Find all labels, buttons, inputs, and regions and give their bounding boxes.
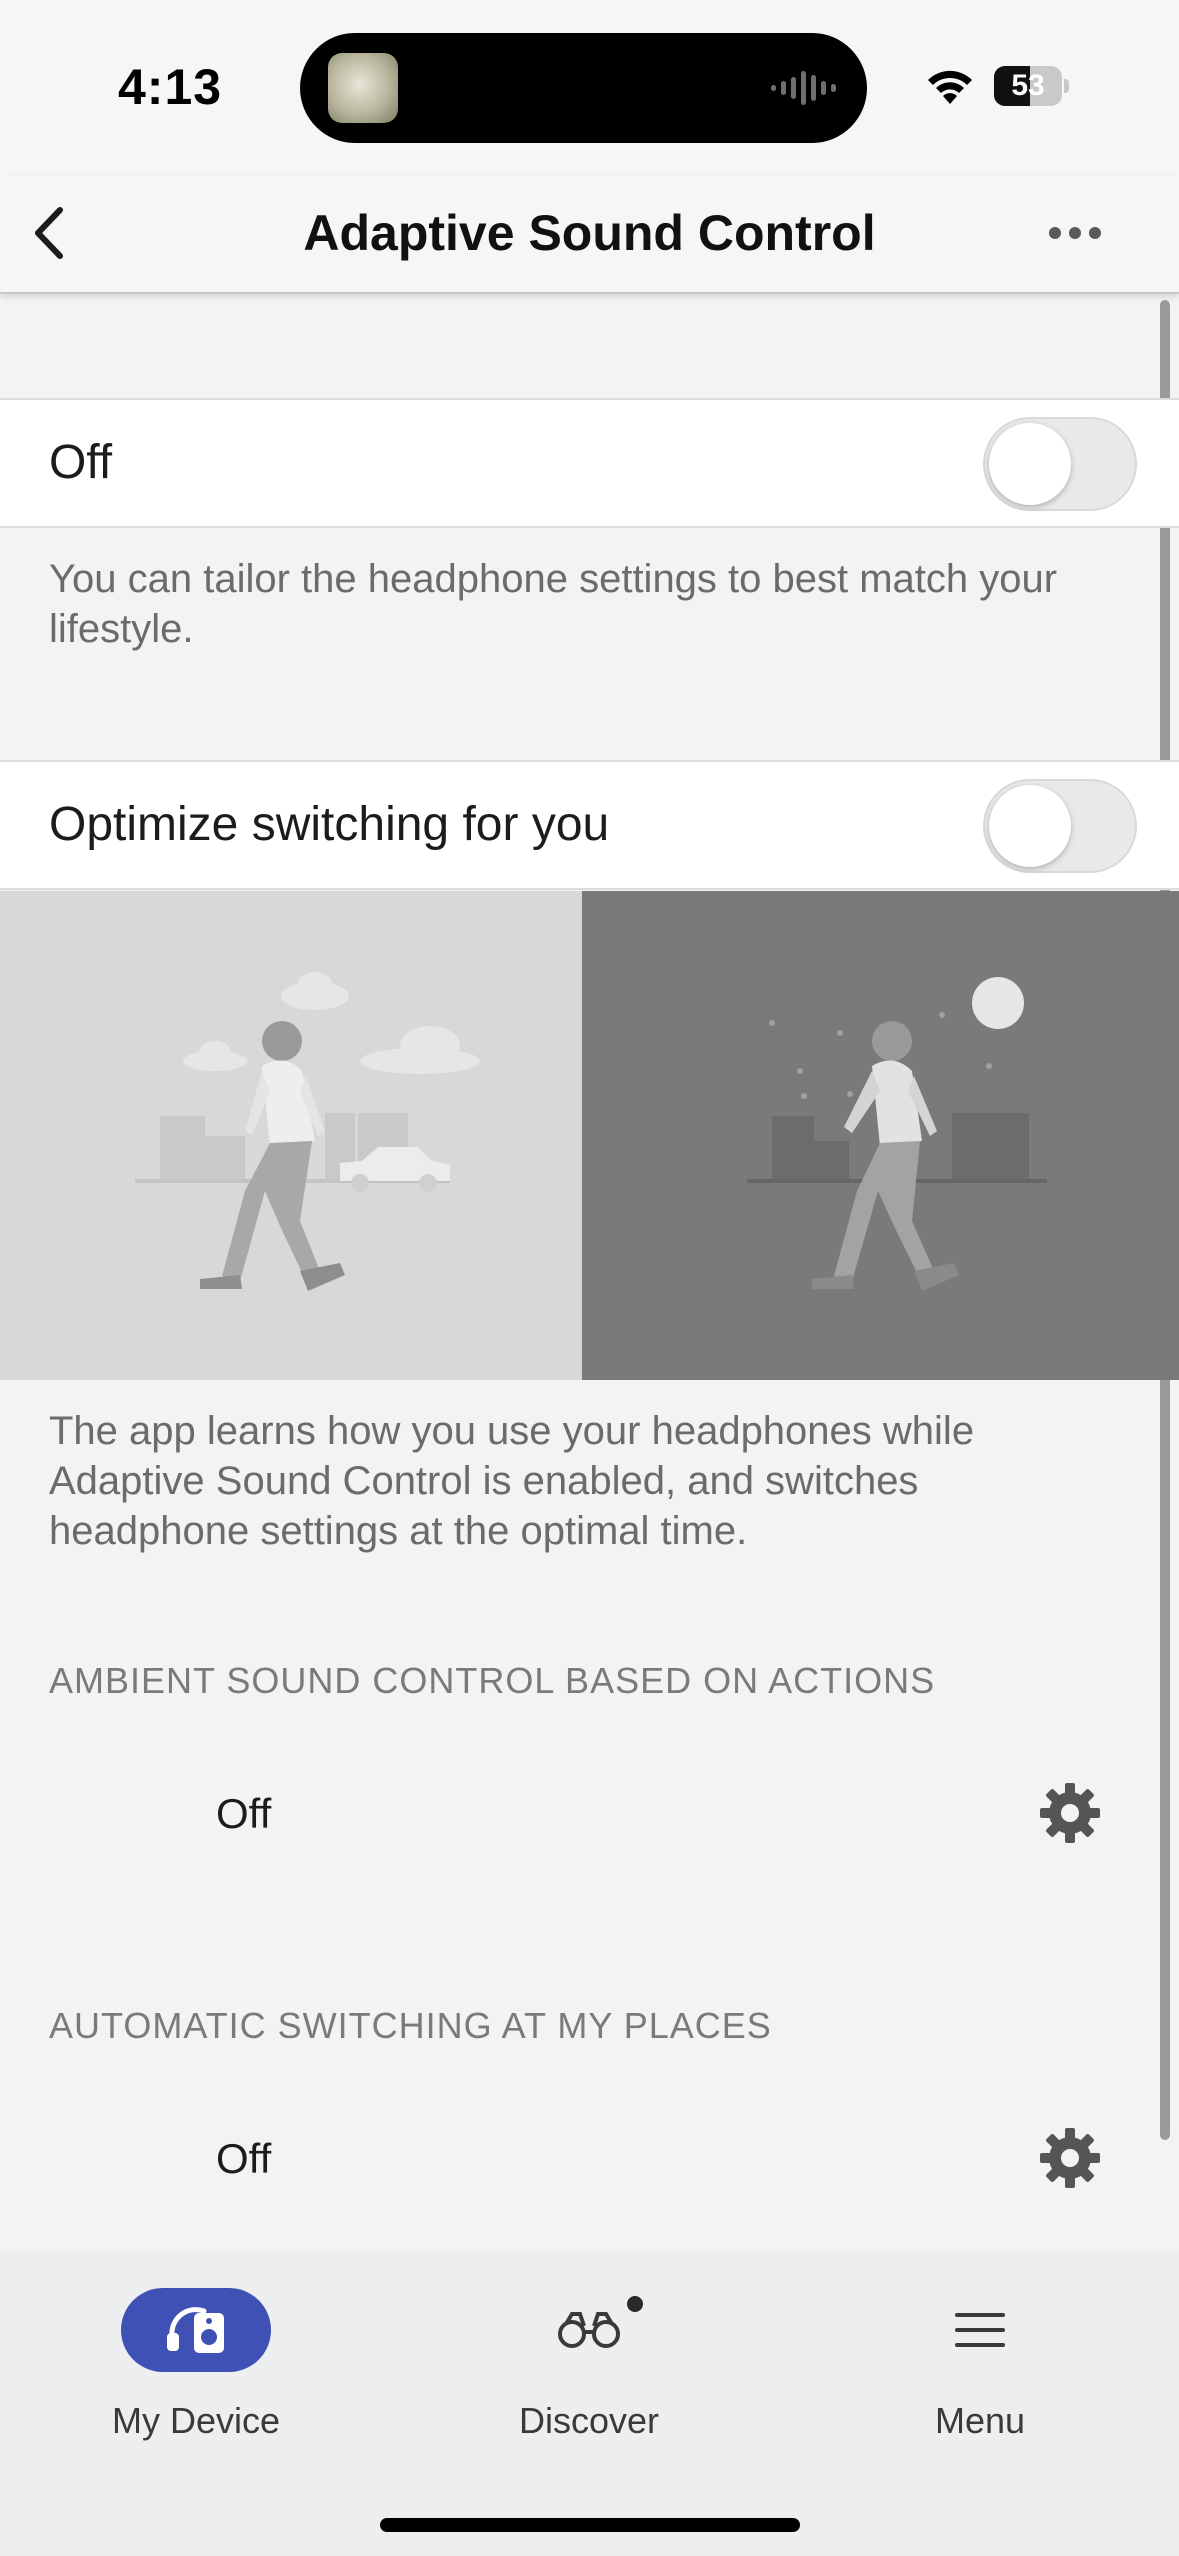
adaptive-sound-control-row[interactable]: Off [0, 398, 1179, 528]
adaptive-sound-control-toggle[interactable] [983, 417, 1137, 511]
tab-menu-icon-wrap [905, 2288, 1055, 2372]
toggle-knob [989, 423, 1071, 505]
hamburger-icon [955, 2313, 1005, 2347]
headphones-speaker-icon [167, 2307, 224, 2353]
tab-menu-label: Menu [934, 2400, 1026, 2441]
nighttime-walking-illustration [582, 891, 1179, 1380]
now-playing-artwork [328, 53, 398, 123]
home-indicator[interactable] [380, 2518, 800, 2532]
nav-bar: Adaptive Sound Control [0, 176, 1179, 294]
ambient-sound-value[interactable]: Off [216, 1790, 271, 1838]
gear-icon[interactable] [1038, 1781, 1102, 1845]
automatic-switching-value[interactable]: Off [216, 2135, 271, 2183]
status-time: 4:13 [118, 59, 223, 115]
tab-discover[interactable]: Discover [439, 2288, 739, 2458]
optimize-switching-label: Optimize switching for you [49, 798, 610, 851]
ambient-sound-section-header: AMBIENT SOUND CONTROL BASED ON ACTIONS [49, 1660, 936, 1701]
tab-my-device-icon-pill [121, 2288, 271, 2372]
audio-wave-icon [771, 71, 836, 105]
day-night-illustration [0, 891, 1179, 1380]
gear-icon[interactable] [1038, 2126, 1102, 2190]
tab-menu[interactable]: Menu [830, 2288, 1130, 2458]
daytime-walking-illustration [0, 891, 582, 1380]
optimize-switching-toggle[interactable] [983, 779, 1137, 873]
optimize-switching-row[interactable]: Optimize switching for you [0, 760, 1179, 890]
toggle-knob [989, 785, 1071, 867]
more-options-button[interactable] [1040, 208, 1110, 258]
dynamic-island [300, 33, 867, 143]
wifi-icon [928, 70, 972, 104]
battery-level: 53 [1011, 69, 1045, 102]
optimize-switching-description: The app learns how you use your headphon… [49, 1409, 975, 1553]
adaptive-sound-control-label: Off [49, 436, 113, 489]
page-title: Adaptive Sound Control [303, 205, 876, 261]
binoculars-icon [558, 2312, 620, 2348]
tab-discover-label: Discover [518, 2400, 660, 2441]
tab-my-device-label: My Device [111, 2400, 281, 2441]
notification-dot [627, 2296, 643, 2312]
tab-bar: My Device Discover Menu [0, 2252, 1179, 2556]
tab-my-device[interactable]: My Device [46, 2288, 346, 2458]
battery-indicator: 53 [994, 66, 1069, 106]
automatic-switching-section-header: AUTOMATIC SWITCHING AT MY PLACES [49, 2005, 772, 2046]
status-bar: 4:13 53 [0, 0, 1179, 176]
adaptive-sound-control-description: You can tailor the headphone settings to… [49, 557, 1058, 651]
